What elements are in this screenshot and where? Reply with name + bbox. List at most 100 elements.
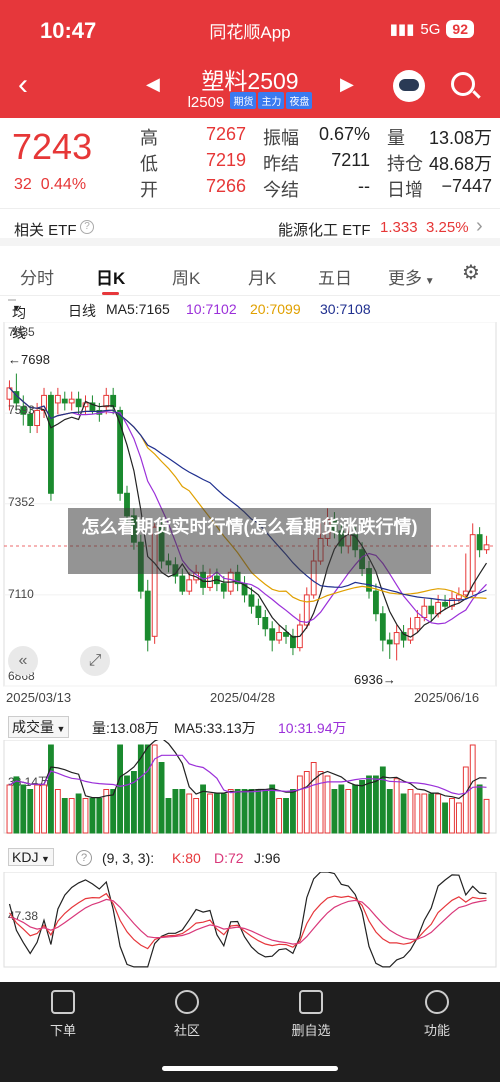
tab-daily-k[interactable]: 日K bbox=[96, 264, 125, 295]
volume-bar bbox=[248, 789, 255, 834]
volume-label: 成交量 bbox=[12, 719, 54, 735]
nav-place-order-label: 下单 bbox=[49, 1023, 76, 1038]
volume-ma10-line bbox=[9, 754, 487, 795]
kdj-indicator-select[interactable]: KDJ ▼ bbox=[8, 848, 54, 866]
tab-monthly-k[interactable]: 月K bbox=[248, 264, 276, 289]
period-label: 日线 bbox=[68, 303, 96, 319]
candle-body bbox=[248, 594, 255, 607]
volume-legend: 成交量 ▼ 量:13.08万 MA5:33.13万 10:31.94万 bbox=[0, 716, 500, 738]
candle-body bbox=[48, 394, 54, 494]
etf-pct: 3.25% bbox=[426, 219, 469, 236]
network-label: 5G bbox=[420, 20, 441, 38]
search-icon[interactable] bbox=[451, 72, 475, 96]
volume-bar bbox=[241, 789, 248, 834]
nav-functions-label: 功能 bbox=[423, 1023, 450, 1038]
volume-bar bbox=[41, 784, 47, 834]
next-contract-icon[interactable]: ▶ bbox=[340, 74, 354, 95]
volume-bar bbox=[269, 784, 276, 834]
nav-community[interactable]: 社区 bbox=[142, 990, 232, 1039]
volume-indicator-select[interactable]: 成交量 ▼ bbox=[8, 716, 70, 738]
volume-bar bbox=[61, 798, 68, 834]
caret-down-icon: ▼ bbox=[38, 854, 50, 864]
candle-body bbox=[428, 605, 435, 615]
prev-settle-value: 7211 bbox=[331, 150, 370, 170]
candle-body bbox=[372, 590, 379, 615]
caret-down-icon: ▼ bbox=[422, 276, 435, 287]
tag-main: 主力 bbox=[258, 92, 285, 109]
tag-futures: 期货 bbox=[230, 92, 257, 109]
assistant-robot-icon[interactable] bbox=[393, 70, 425, 102]
candle-body bbox=[379, 613, 386, 641]
volume-bar bbox=[262, 789, 269, 834]
nav-functions[interactable]: 功能 bbox=[392, 990, 482, 1039]
volume-bar bbox=[255, 789, 262, 834]
date-axis: 2025/03/13 2025/04/28 2025/06/16 bbox=[0, 688, 500, 708]
related-etf-row[interactable]: 相关 ETF ? 能源化工 ETF 1.333 3.25% › bbox=[0, 208, 500, 246]
nav-remove-watchlist[interactable]: 删自选 bbox=[266, 990, 356, 1039]
volume-bar bbox=[75, 793, 82, 834]
article-title-overlay: 怎么看期货实时行情(怎么看期货涨跌行情) bbox=[68, 508, 431, 574]
app-name: 同花顺App bbox=[209, 23, 291, 42]
date-label-start: 2025/03/13 bbox=[6, 690, 72, 705]
candle-body bbox=[103, 394, 110, 408]
amp-label: 振幅 bbox=[263, 128, 299, 148]
volume-bar bbox=[6, 784, 13, 834]
indicator-select[interactable]: 均线 ▼ bbox=[8, 299, 26, 341]
help-icon[interactable]: ? bbox=[80, 220, 94, 234]
nav-place-order[interactable]: 下单 bbox=[18, 990, 108, 1039]
price-grid bbox=[4, 322, 496, 687]
volume-bar bbox=[34, 784, 41, 834]
settings-gear-icon[interactable]: ⚙ bbox=[462, 260, 480, 285]
kdj-d: D:72 bbox=[214, 850, 244, 866]
volume-bar bbox=[359, 780, 366, 834]
volume-bar bbox=[234, 789, 241, 834]
ma10-line bbox=[9, 387, 487, 625]
volume-bar bbox=[144, 744, 151, 834]
collapse-left-icon[interactable]: « bbox=[8, 646, 38, 676]
fullscreen-icon[interactable]: ⤢ bbox=[80, 646, 110, 676]
help-icon[interactable]: ? bbox=[76, 850, 92, 866]
tab-weekly-k[interactable]: 周K bbox=[172, 264, 200, 289]
kdj-label: KDJ bbox=[12, 849, 39, 865]
more-label: 更多 bbox=[388, 269, 422, 288]
quote-panel: 7243 32 0.44% 高 7267 低 7219 开 7266 振幅 0.… bbox=[0, 118, 500, 206]
chevron-right-icon: › bbox=[476, 215, 483, 237]
tab-intraday[interactable]: 分时 bbox=[20, 264, 54, 289]
ma20-value: 20:7099 bbox=[250, 301, 301, 317]
kdj-k: K:80 bbox=[172, 850, 201, 866]
volume-bar bbox=[345, 789, 352, 834]
volume-label: 量 bbox=[387, 128, 405, 148]
candle-body bbox=[290, 635, 296, 649]
candle-body bbox=[276, 632, 283, 641]
open-interest-value: 48.68万 bbox=[428, 154, 492, 174]
candle-body bbox=[262, 616, 269, 630]
candle-body bbox=[220, 583, 227, 592]
volume-bar bbox=[290, 789, 296, 834]
tab-more[interactable]: 更多 ▼ bbox=[388, 264, 435, 289]
candle-body bbox=[421, 605, 428, 618]
high-marker: ←7698 bbox=[8, 352, 50, 367]
battery-icon: 92 bbox=[446, 20, 474, 38]
volume-bar bbox=[110, 789, 117, 834]
volume-bar bbox=[213, 793, 220, 834]
amp-value: 0.67% bbox=[318, 124, 370, 144]
volume-bar bbox=[393, 778, 400, 834]
tab-five-day[interactable]: 五日 bbox=[318, 264, 352, 289]
candle-body bbox=[442, 601, 448, 607]
candle-body bbox=[269, 628, 276, 641]
candlestick-chart[interactable]: 7835 7593 7352 7110 6868 ←7698 6936→ bbox=[0, 322, 500, 687]
high-label: 高 bbox=[140, 128, 158, 148]
candle-body bbox=[186, 579, 193, 592]
volume-bar bbox=[117, 744, 124, 834]
last-price: 7243 bbox=[12, 126, 93, 167]
contract-subtitle: l2509 期货 主力 夜盘 bbox=[0, 92, 500, 111]
kdj-chart[interactable]: 47.38 bbox=[0, 872, 500, 968]
volume-bar bbox=[414, 793, 421, 834]
y-tick-top: 7835 bbox=[8, 325, 35, 339]
volume-chart[interactable]: 33.14万 bbox=[0, 740, 500, 834]
volume-bar bbox=[27, 789, 34, 834]
volume-bar bbox=[283, 798, 289, 834]
volume-bar bbox=[476, 784, 483, 834]
volume-bar bbox=[158, 762, 165, 834]
candle-body bbox=[476, 534, 483, 551]
